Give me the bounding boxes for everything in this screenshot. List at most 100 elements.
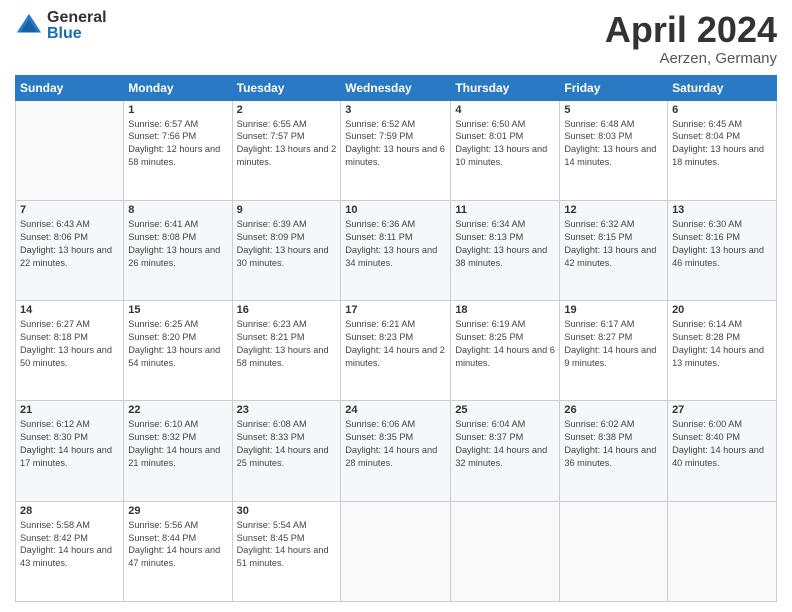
day-info: Sunrise: 6:19 AMSunset: 8:25 PMDaylight:… [455,318,555,370]
day-number: 14 [20,304,119,316]
day-info: Sunrise: 5:56 AMSunset: 8:44 PMDaylight:… [128,519,227,571]
day-number: 18 [455,304,555,316]
title-section: April 2024 Aerzen, Germany [605,10,777,67]
day-info: Sunrise: 6:41 AMSunset: 8:08 PMDaylight:… [128,218,227,270]
calendar-week-row: 7 Sunrise: 6:43 AMSunset: 8:06 PMDaylight… [16,200,777,300]
calendar-cell: 16 Sunrise: 6:23 AMSunset: 8:21 PMDayligh… [232,301,341,401]
day-info: Sunrise: 6:45 AMSunset: 8:04 PMDaylight:… [672,118,772,170]
day-info: Sunrise: 6:21 AMSunset: 8:23 PMDaylight:… [345,318,446,370]
calendar-cell: 26 Sunrise: 6:02 AMSunset: 8:38 PMDayligh… [560,401,668,501]
day-info: Sunrise: 6:12 AMSunset: 8:30 PMDaylight:… [20,418,119,470]
calendar-cell [668,501,777,601]
day-info: Sunrise: 6:57 AMSunset: 7:56 PMDaylight:… [128,118,227,170]
day-number: 23 [237,404,337,416]
calendar-week-row: 14 Sunrise: 6:27 AMSunset: 8:18 PMDayligh… [16,301,777,401]
calendar-cell: 1 Sunrise: 6:57 AMSunset: 7:56 PMDaylight… [124,100,232,200]
day-number: 2 [237,104,337,116]
calendar-cell [560,501,668,601]
calendar-week-row: 21 Sunrise: 6:12 AMSunset: 8:30 PMDayligh… [16,401,777,501]
day-info: Sunrise: 6:10 AMSunset: 8:32 PMDaylight:… [128,418,227,470]
calendar-cell [341,501,451,601]
day-info: Sunrise: 6:25 AMSunset: 8:20 PMDaylight:… [128,318,227,370]
month-title: April 2024 [605,10,777,50]
logo-general: General [47,10,107,26]
day-number: 7 [20,204,119,216]
calendar-cell: 7 Sunrise: 6:43 AMSunset: 8:06 PMDaylight… [16,200,124,300]
day-number: 4 [455,104,555,116]
calendar-cell: 2 Sunrise: 6:55 AMSunset: 7:57 PMDaylight… [232,100,341,200]
calendar-cell: 17Sunrise: 6:21 AMSunset: 8:23 PMDayligh… [341,301,451,401]
calendar-body: 1 Sunrise: 6:57 AMSunset: 7:56 PMDaylight… [16,100,777,601]
day-number: 25 [455,404,555,416]
day-number: 26 [564,404,663,416]
day-info: Sunrise: 6:55 AMSunset: 7:57 PMDaylight:… [237,118,337,170]
day-info: Sunrise: 6:23 AMSunset: 8:21 PMDaylight:… [237,318,337,370]
weekday-header-cell: Tuesday [232,75,341,100]
calendar-cell: 24Sunrise: 6:06 AMSunset: 8:35 PMDayligh… [341,401,451,501]
day-info: Sunrise: 6:52 AMSunset: 7:59 PMDaylight:… [345,118,446,170]
calendar-cell: 30Sunrise: 5:54 AMSunset: 8:45 PMDayligh… [232,501,341,601]
weekday-header-cell: Sunday [16,75,124,100]
day-number: 24 [345,404,446,416]
calendar-cell: 14 Sunrise: 6:27 AMSunset: 8:18 PMDayligh… [16,301,124,401]
calendar-cell: 23 Sunrise: 6:08 AMSunset: 8:33 PMDayligh… [232,401,341,501]
day-number: 6 [672,104,772,116]
calendar-cell: 4 Sunrise: 6:50 AMSunset: 8:01 PMDaylight… [451,100,560,200]
calendar-page: General Blue April 2024 Aerzen, Germany … [0,0,792,612]
day-info: Sunrise: 6:43 AMSunset: 8:06 PMDaylight:… [20,218,119,270]
day-info: Sunrise: 6:17 AMSunset: 8:27 PMDaylight:… [564,318,663,370]
day-number: 9 [237,204,337,216]
day-info: Sunrise: 6:02 AMSunset: 8:38 PMDaylight:… [564,418,663,470]
day-number: 15 [128,304,227,316]
day-info: Sunrise: 6:34 AMSunset: 8:13 PMDaylight:… [455,218,555,270]
day-info: Sunrise: 6:14 AMSunset: 8:28 PMDaylight:… [672,318,772,370]
calendar-week-row: 28 Sunrise: 5:58 AMSunset: 8:42 PMDayligh… [16,501,777,601]
day-number: 19 [564,304,663,316]
calendar-cell: 13Sunrise: 6:30 AMSunset: 8:16 PMDayligh… [668,200,777,300]
calendar-cell: 5Sunrise: 6:48 AMSunset: 8:03 PMDaylight… [560,100,668,200]
calendar-cell: 18 Sunrise: 6:19 AMSunset: 8:25 PMDayligh… [451,301,560,401]
day-number: 21 [20,404,119,416]
calendar-cell: 28 Sunrise: 5:58 AMSunset: 8:42 PMDayligh… [16,501,124,601]
day-number: 10 [345,204,446,216]
calendar-cell: 20 Sunrise: 6:14 AMSunset: 8:28 PMDayligh… [668,301,777,401]
day-info: Sunrise: 6:08 AMSunset: 8:33 PMDaylight:… [237,418,337,470]
day-number: 22 [128,404,227,416]
day-info: Sunrise: 6:39 AMSunset: 8:09 PMDaylight:… [237,218,337,270]
day-info: Sunrise: 6:50 AMSunset: 8:01 PMDaylight:… [455,118,555,170]
calendar-cell: 3 Sunrise: 6:52 AMSunset: 7:59 PMDaylight… [341,100,451,200]
weekday-header-cell: Saturday [668,75,777,100]
day-number: 3 [345,104,446,116]
calendar-cell: 27Sunrise: 6:00 AMSunset: 8:40 PMDayligh… [668,401,777,501]
day-number: 1 [128,104,227,116]
day-info: Sunrise: 6:00 AMSunset: 8:40 PMDaylight:… [672,418,772,470]
weekday-header-cell: Friday [560,75,668,100]
calendar-cell: 22 Sunrise: 6:10 AMSunset: 8:32 PMDayligh… [124,401,232,501]
calendar-cell: 19 Sunrise: 6:17 AMSunset: 8:27 PMDayligh… [560,301,668,401]
logo-text: General Blue [47,10,107,42]
calendar-cell: 29 Sunrise: 5:56 AMSunset: 8:44 PMDayligh… [124,501,232,601]
calendar-table: SundayMondayTuesdayWednesdayThursdayFrid… [15,75,777,602]
calendar-cell: 11Sunrise: 6:34 AMSunset: 8:13 PMDayligh… [451,200,560,300]
day-info: Sunrise: 6:04 AMSunset: 8:37 PMDaylight:… [455,418,555,470]
day-number: 16 [237,304,337,316]
calendar-week-row: 1 Sunrise: 6:57 AMSunset: 7:56 PMDaylight… [16,100,777,200]
day-number: 29 [128,505,227,517]
day-info: Sunrise: 6:30 AMSunset: 8:16 PMDaylight:… [672,218,772,270]
weekday-header-cell: Thursday [451,75,560,100]
day-number: 12 [564,204,663,216]
calendar-cell: 12 Sunrise: 6:32 AMSunset: 8:15 PMDayligh… [560,200,668,300]
calendar-cell [16,100,124,200]
day-number: 30 [237,505,337,517]
day-info: Sunrise: 6:36 AMSunset: 8:11 PMDaylight:… [345,218,446,270]
location: Aerzen, Germany [605,50,777,67]
logo-blue: Blue [47,26,107,42]
calendar-cell: 6 Sunrise: 6:45 AMSunset: 8:04 PMDaylight… [668,100,777,200]
calendar-cell: 15 Sunrise: 6:25 AMSunset: 8:20 PMDayligh… [124,301,232,401]
day-number: 28 [20,505,119,517]
calendar-cell: 9 Sunrise: 6:39 AMSunset: 8:09 PMDaylight… [232,200,341,300]
day-number: 20 [672,304,772,316]
day-info: Sunrise: 6:27 AMSunset: 8:18 PMDaylight:… [20,318,119,370]
day-info: Sunrise: 6:32 AMSunset: 8:15 PMDaylight:… [564,218,663,270]
day-info: Sunrise: 5:58 AMSunset: 8:42 PMDaylight:… [20,519,119,571]
